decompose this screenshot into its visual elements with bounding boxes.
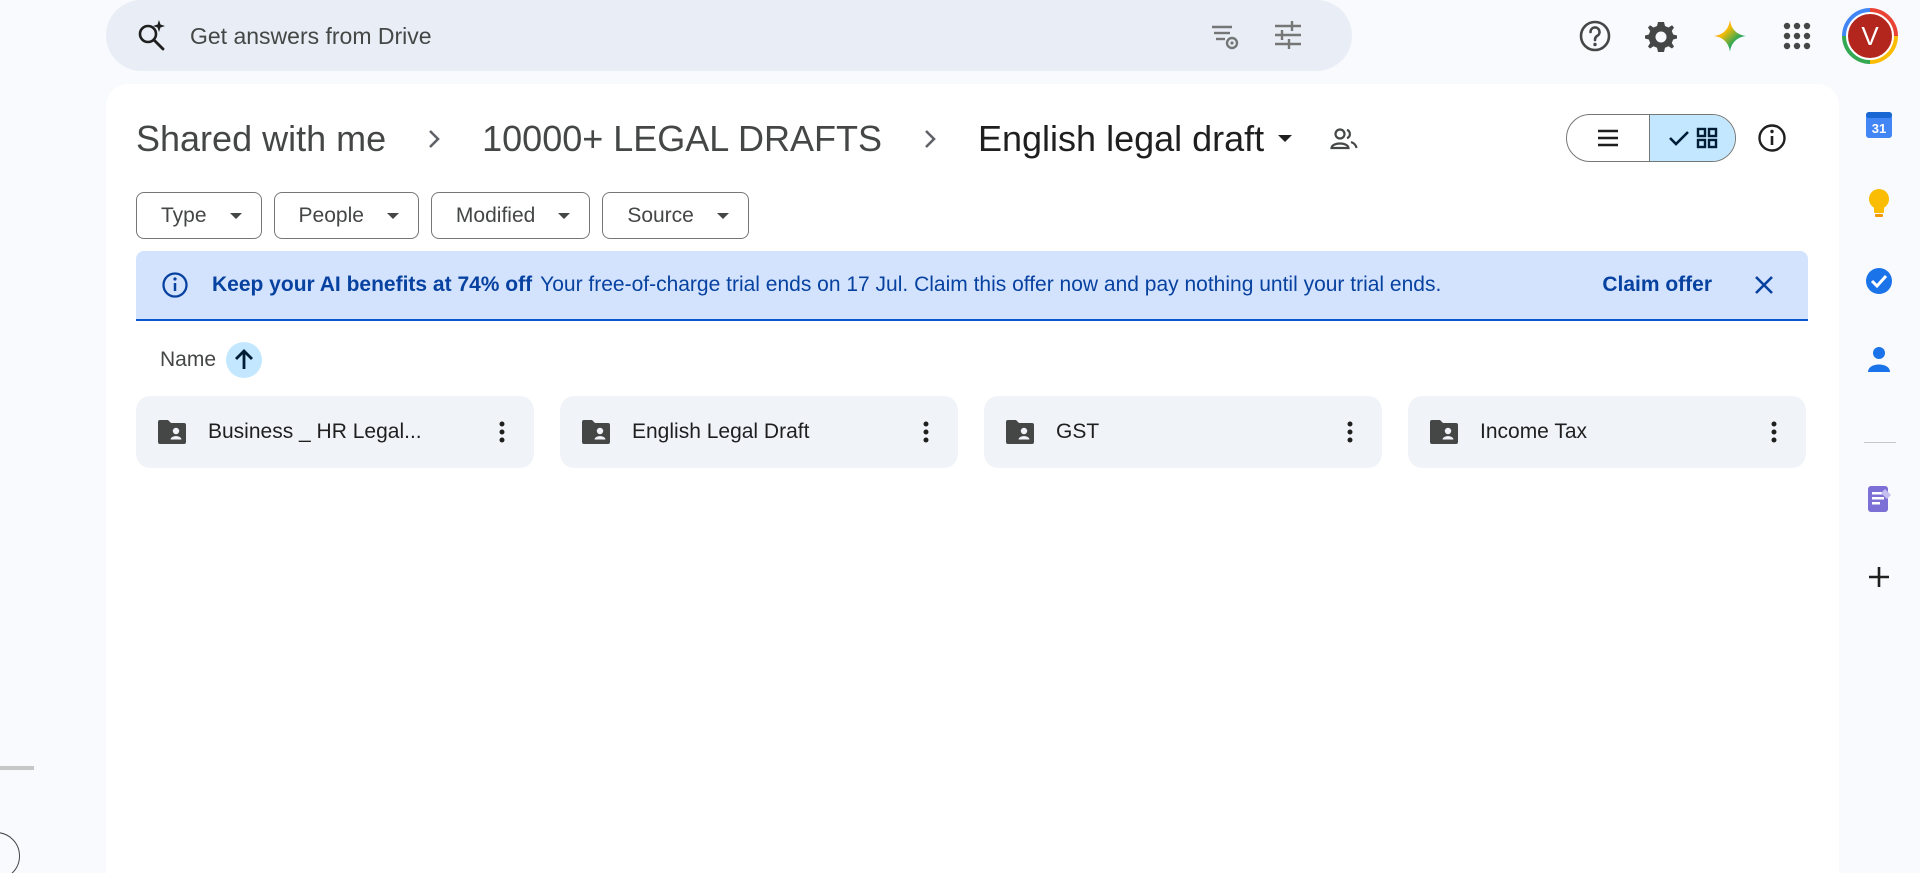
avatar[interactable]: V [1842,8,1898,64]
filter-people[interactable]: People [273,192,419,239]
folder-card[interactable]: GST [984,396,1382,468]
gear-icon[interactable] [1639,14,1683,58]
breadcrumb-shared-with-me[interactable]: Shared with me [136,118,386,160]
breadcrumb-current-folder[interactable]: English legal draft [978,118,1264,160]
caret-down-icon [716,209,730,223]
filter-type-label: Type [161,203,207,227]
avatar-initial: V [1846,12,1894,60]
banner-headline: Keep your AI benefits at 74% off [212,273,533,296]
calendar-day: 31 [1872,121,1886,136]
filter-modified[interactable]: Modified [430,192,591,239]
chevron-right-icon [426,127,442,151]
chevron-right-icon [922,127,938,151]
folder-name: English Legal Draft [632,420,810,443]
shared-folder-icon [156,418,188,446]
caret-down-icon [229,209,243,223]
sort-direction-button[interactable] [226,342,263,378]
apps-grid-icon[interactable] [1775,14,1819,58]
scroll-indicator [0,766,34,770]
keep-icon[interactable] [1862,186,1896,220]
filter-chips: Type People Modified Source [136,192,749,239]
gemini-sparkle-icon[interactable] [1708,14,1752,58]
shared-folder-icon [580,418,612,446]
banner-message: Your free-of-charge trial ends on 17 Jul… [540,273,1442,296]
calendar-icon[interactable]: 31 [1862,108,1896,142]
search-options-icon[interactable] [1206,17,1242,53]
filter-modified-label: Modified [455,203,536,227]
shared-people-icon[interactable] [1328,123,1360,155]
tasks-icon[interactable] [1862,264,1896,298]
sort-header: Name [160,340,263,380]
grid-view-button[interactable] [1649,115,1735,161]
ai-search-icon [134,17,170,53]
caret-down-icon [557,209,571,223]
sort-column-name[interactable]: Name [160,348,216,372]
info-icon [160,270,190,300]
caret-down-icon[interactable] [1276,128,1298,150]
shared-folder-icon [1428,418,1460,446]
side-panel-divider [1864,442,1896,443]
folder-name: GST [1056,420,1100,443]
caret-down-icon [386,209,400,223]
filter-type[interactable]: Type [136,192,262,239]
more-vert-icon[interactable] [912,414,940,450]
more-vert-icon[interactable] [488,414,516,450]
more-vert-icon[interactable] [1760,414,1788,450]
main-content: Shared with me 10000+ LEGAL DRAFTS Engli… [106,84,1839,873]
folder-card[interactable]: Business _ HR Legal... [136,396,534,468]
search-input[interactable] [190,16,1250,56]
view-toggle [1566,114,1736,162]
side-panel: 31 [1838,84,1920,873]
filter-people-label: People [298,203,364,227]
info-icon[interactable] [1750,116,1794,160]
search-bar[interactable] [106,0,1352,71]
folder-name: Business _ HR Legal... [208,420,422,443]
notebook-icon[interactable] [1862,482,1896,516]
arrow-up-icon [235,349,254,369]
help-icon[interactable] [1573,14,1617,58]
filter-sliders-icon[interactable] [1270,17,1306,53]
breadcrumb: Shared with me 10000+ LEGAL DRAFTS Engli… [136,114,1360,164]
contacts-icon[interactable] [1862,342,1896,376]
filter-source[interactable]: Source [602,192,749,239]
folder-card[interactable]: English Legal Draft [560,396,958,468]
add-icon[interactable] [1862,560,1896,594]
shared-folder-icon [1004,418,1036,446]
filter-source-label: Source [627,203,694,227]
promo-banner: Keep your AI benefits at 74% off Your fr… [136,251,1808,321]
partial-circle-button[interactable] [0,832,20,873]
more-vert-icon[interactable] [1336,414,1364,450]
folder-name: Income Tax [1480,420,1587,443]
folder-card[interactable]: Income Tax [1408,396,1806,468]
claim-offer-button[interactable]: Claim offer [1602,273,1712,297]
check-icon [1668,131,1689,146]
folder-grid: Business _ HR Legal... English Legal Dra… [136,396,1806,468]
list-view-button[interactable] [1567,115,1649,161]
close-icon[interactable] [1750,271,1778,299]
breadcrumb-legal-drafts[interactable]: 10000+ LEGAL DRAFTS [482,118,882,160]
grid-icon [1696,127,1717,149]
